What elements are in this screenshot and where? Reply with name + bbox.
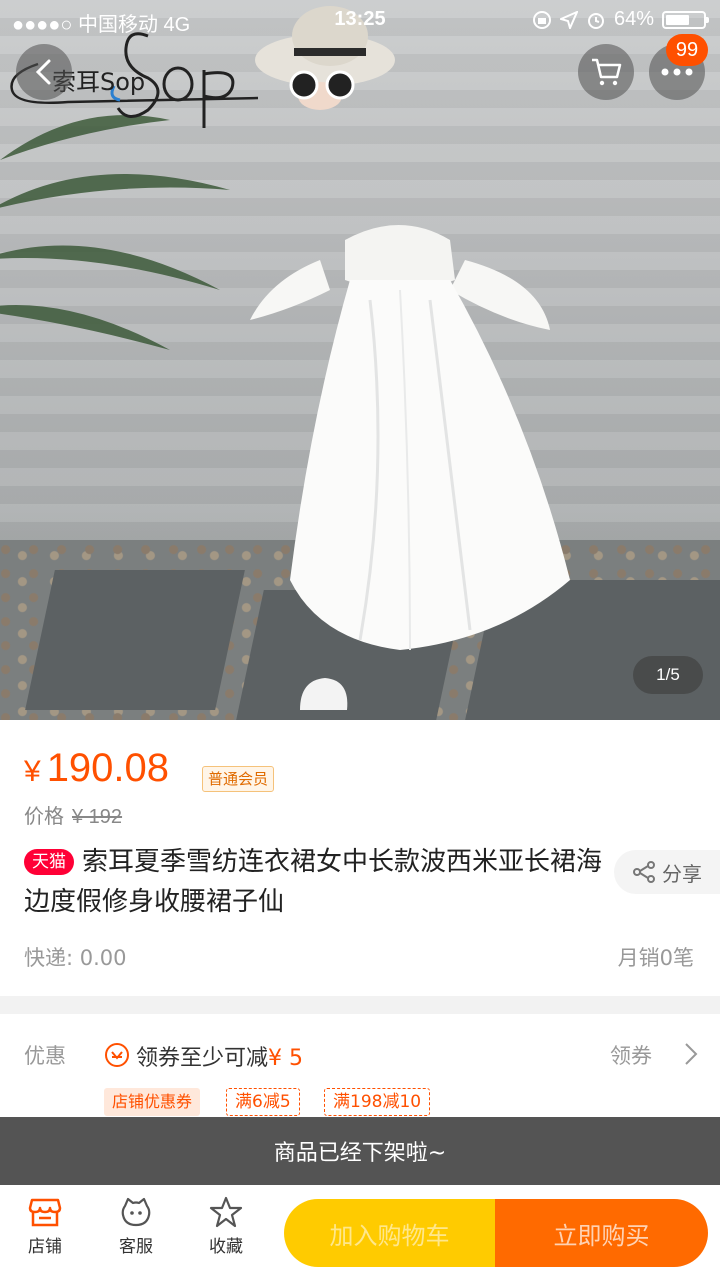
sunglasses	[289, 70, 355, 100]
shop-icon	[28, 1198, 62, 1227]
shop-tab[interactable]: 店铺	[15, 1196, 75, 1276]
product-title-text: 索耳夏季雪纺连衣裙女中长款波西米亚长裙海边度假修身收腰裙子仙	[24, 847, 603, 917]
battery-icon	[662, 10, 709, 29]
shop-coupon-tag: 店铺优惠券	[104, 1088, 201, 1116]
sandals	[300, 678, 348, 710]
original-price-row: 价格 ¥ 192	[24, 800, 122, 829]
favorite-tab[interactable]: 收藏	[196, 1196, 256, 1276]
image-pager: 1/5	[633, 656, 703, 694]
add-to-cart-button[interactable]: 加入购物车	[284, 1199, 495, 1267]
item-offline-notice: 商品已经下架啦~	[0, 1117, 720, 1185]
monthly-sales: 月销0笔	[617, 946, 694, 970]
shopping-cart-icon	[592, 58, 622, 86]
coupon-chip[interactable]: 满6减5	[226, 1088, 300, 1116]
more-dots-icon	[661, 68, 693, 76]
shop-tab-label: 店铺	[28, 1237, 62, 1257]
chevron-left-icon	[35, 59, 51, 85]
alarm-icon	[587, 12, 604, 29]
current-price: 190.08	[46, 746, 170, 790]
shipping-fee: 快递: 0.00	[24, 946, 127, 970]
member-price-tag: 普通会员	[202, 766, 275, 792]
share-button[interactable]: 分享	[614, 850, 720, 894]
currency-symbol: ¥	[24, 755, 41, 788]
back-button[interactable]	[16, 44, 72, 100]
favorite-tab-label: 收藏	[209, 1237, 243, 1257]
buy-now-button[interactable]: 立即购买	[495, 1199, 708, 1267]
get-coupon-link[interactable]: 领券	[610, 1040, 652, 1070]
status-bar: ●●●●○ 中国移动 4G 13:25 64%	[0, 0, 720, 40]
status-right: 64%	[532, 8, 709, 31]
share-icon	[633, 861, 655, 883]
original-price: ¥ 192	[72, 806, 123, 828]
share-label: 分享	[662, 861, 702, 886]
battery-percent: 64%	[613, 8, 654, 30]
coupon-text: 领券至少可减	[136, 1046, 269, 1071]
rotation-lock-icon	[532, 10, 551, 29]
message-count-badge: 99	[666, 34, 708, 66]
original-price-label: 价格	[24, 804, 64, 828]
star-icon	[209, 1196, 243, 1228]
battery-fill	[666, 14, 689, 25]
location-arrow-icon	[559, 10, 578, 29]
promotion-label: 优惠	[24, 1044, 66, 1068]
coupon-icon	[105, 1043, 129, 1067]
coupon-amount: ¥ 5	[268, 1046, 304, 1071]
tmall-tag: 天猫	[24, 849, 74, 875]
coupon-description: 领券至少可减¥ 5	[136, 1040, 303, 1072]
price-row: ¥ 190.08	[24, 746, 169, 791]
customer-service-icon	[121, 1197, 151, 1227]
coupon-chip[interactable]: 满198减10	[324, 1088, 431, 1116]
product-title: 天猫 索耳夏季雪纺连衣裙女中长款波西米亚长裙海边度假修身收腰裙子仙	[24, 842, 604, 922]
chevron-right-icon	[685, 1043, 698, 1065]
stone-slab	[25, 570, 245, 710]
service-tab-label: 客服	[119, 1237, 153, 1257]
section-divider	[0, 996, 720, 1014]
customer-service-tab[interactable]: 客服	[106, 1196, 166, 1276]
cart-button[interactable]	[578, 44, 634, 100]
model-in-white-dress	[250, 225, 570, 651]
